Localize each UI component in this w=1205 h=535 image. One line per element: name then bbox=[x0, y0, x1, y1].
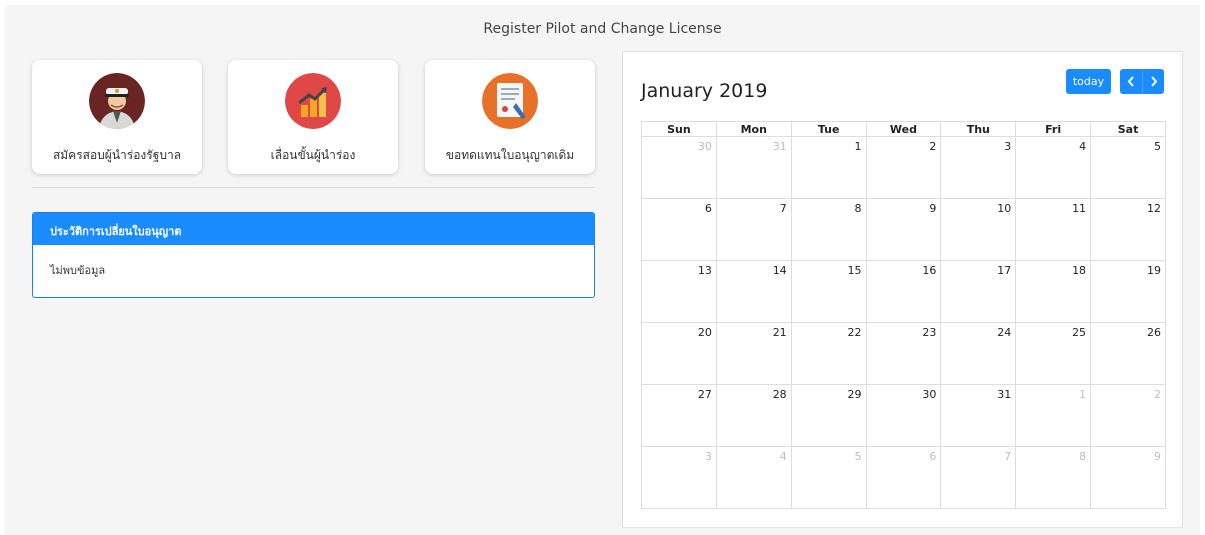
calendar-day[interactable]: 19 bbox=[1090, 260, 1166, 323]
calendar-day[interactable]: 25 bbox=[1015, 322, 1092, 385]
license-history-panel: ประวัติการเปลี่ยนใบอนุญาต ไม่พบข้อมูล bbox=[32, 212, 595, 298]
page-title: Register Pilot and Change License bbox=[483, 21, 722, 37]
chevron-left-icon bbox=[1127, 76, 1134, 87]
calendar-day[interactable]: 1 bbox=[790, 136, 867, 199]
calendar-grid: Sun Mon Tue Wed Thu Fri Sat 30 31 1 2 3 4 5 6 7 8… bbox=[641, 121, 1166, 509]
weekday-header: Wed bbox=[865, 121, 942, 137]
calendar-week-row: 6 7 8 9 10 11 12 bbox=[641, 198, 1166, 261]
calendar-day[interactable]: 30 bbox=[865, 384, 942, 447]
card-label: เลื่อนขั้นผู้นำร่อง bbox=[270, 148, 356, 162]
today-button[interactable]: today bbox=[1066, 69, 1111, 94]
calendar-day-other-month[interactable]: 7 bbox=[940, 446, 1017, 509]
calendar-day[interactable]: 23 bbox=[865, 322, 942, 385]
license-history-empty-text: ไม่พบข้อมูล bbox=[50, 264, 106, 277]
calendar-day[interactable]: 4 bbox=[1015, 136, 1092, 199]
calendar-day[interactable]: 21 bbox=[715, 322, 792, 385]
calendar-day[interactable]: 13 bbox=[641, 260, 717, 323]
calendar-day-other-month[interactable]: 30 bbox=[641, 136, 717, 199]
calendar-day[interactable]: 16 bbox=[865, 260, 942, 323]
calendar-day[interactable]: 6 bbox=[641, 198, 717, 261]
calendar-day[interactable]: 12 bbox=[1090, 198, 1166, 261]
calendar-week-row: 30 31 1 2 3 4 5 bbox=[641, 136, 1166, 199]
promotion-chart-icon bbox=[285, 73, 341, 129]
calendar-day[interactable]: 22 bbox=[790, 322, 867, 385]
calendar-day[interactable]: 14 bbox=[715, 260, 792, 323]
calendar-day[interactable]: 27 bbox=[641, 384, 717, 447]
calendar: January 2019 today Sun Mon Tue Wed Thu F… bbox=[622, 51, 1183, 528]
license-history-header: ประวัติการเปลี่ยนใบอนุญาต bbox=[33, 213, 594, 245]
pilot-avatar-icon bbox=[89, 73, 145, 129]
calendar-day-other-month[interactable]: 8 bbox=[1015, 446, 1092, 509]
calendar-day[interactable]: 31 bbox=[940, 384, 1017, 447]
card-label: ขอทดแทนใบอนุญาตเดิม bbox=[445, 148, 575, 162]
calendar-day[interactable]: 7 bbox=[715, 198, 792, 261]
calendar-week-row: 3456789 bbox=[641, 446, 1166, 509]
weekday-header: Thu bbox=[940, 121, 1017, 137]
calendar-day[interactable]: 29 bbox=[790, 384, 867, 447]
calendar-day[interactable]: 18 bbox=[1015, 260, 1092, 323]
calendar-day-other-month[interactable]: 6 bbox=[865, 446, 942, 509]
calendar-day-other-month[interactable]: 2 bbox=[1090, 384, 1166, 447]
calendar-day[interactable]: 24 bbox=[940, 322, 1017, 385]
calendar-week-row: 27 28 29 30 31 1 2 bbox=[641, 384, 1166, 447]
calendar-day[interactable]: 28 bbox=[715, 384, 792, 447]
calendar-day[interactable]: 5 bbox=[1090, 136, 1166, 199]
weekday-header: Fri bbox=[1015, 121, 1092, 137]
register-pilot-exam-card[interactable]: สมัครสอบผู้นำร่องรัฐบาล bbox=[32, 60, 202, 174]
calendar-day[interactable]: 20 bbox=[641, 322, 717, 385]
calendar-day[interactable]: 10 bbox=[940, 198, 1017, 261]
app-frame: Register Pilot and Change License สมัครส… bbox=[5, 5, 1200, 535]
calendar-day[interactable]: 8 bbox=[790, 198, 867, 261]
next-month-button[interactable] bbox=[1142, 69, 1164, 94]
weekday-header: Sun bbox=[641, 121, 717, 137]
weekday-header-row: Sun Mon Tue Wed Thu Fri Sat bbox=[641, 121, 1166, 137]
calendar-day[interactable]: 15 bbox=[790, 260, 867, 323]
calendar-day[interactable]: 11 bbox=[1015, 198, 1092, 261]
weekday-header: Tue bbox=[790, 121, 867, 137]
calendar-title: January 2019 bbox=[641, 80, 768, 102]
replace-license-card[interactable]: ขอทดแทนใบอนุญาตเดิม bbox=[425, 60, 595, 174]
calendar-day-other-month[interactable]: 9 bbox=[1090, 446, 1166, 509]
calendar-day-other-month[interactable]: 3 bbox=[641, 446, 717, 509]
calendar-day-other-month[interactable]: 1 bbox=[1015, 384, 1092, 447]
calendar-day[interactable]: 2 bbox=[865, 136, 942, 199]
chevron-right-icon bbox=[1150, 76, 1157, 87]
calendar-day-other-month[interactable]: 4 bbox=[715, 446, 792, 509]
pilot-promotion-card[interactable]: เลื่อนขั้นผู้นำร่อง bbox=[228, 60, 398, 174]
calendar-week-row: 20 21 22 23 24 25 26 bbox=[641, 322, 1166, 385]
calendar-day-other-month[interactable]: 5 bbox=[790, 446, 867, 509]
weekday-header: Mon bbox=[715, 121, 792, 137]
calendar-day[interactable]: 26 bbox=[1090, 322, 1166, 385]
calendar-day-other-month[interactable]: 31 bbox=[715, 136, 792, 199]
section-divider bbox=[32, 187, 594, 188]
card-label: สมัครสอบผู้นำร่องรัฐบาล bbox=[52, 148, 182, 162]
prev-month-button[interactable] bbox=[1120, 69, 1142, 94]
weekday-header: Sat bbox=[1090, 121, 1166, 137]
calendar-day[interactable]: 3 bbox=[940, 136, 1017, 199]
calendar-day[interactable]: 17 bbox=[940, 260, 1017, 323]
calendar-day[interactable]: 9 bbox=[865, 198, 942, 261]
calendar-week-row: 13 14 15 16 17 18 19 bbox=[641, 260, 1166, 323]
license-document-icon bbox=[482, 73, 538, 129]
